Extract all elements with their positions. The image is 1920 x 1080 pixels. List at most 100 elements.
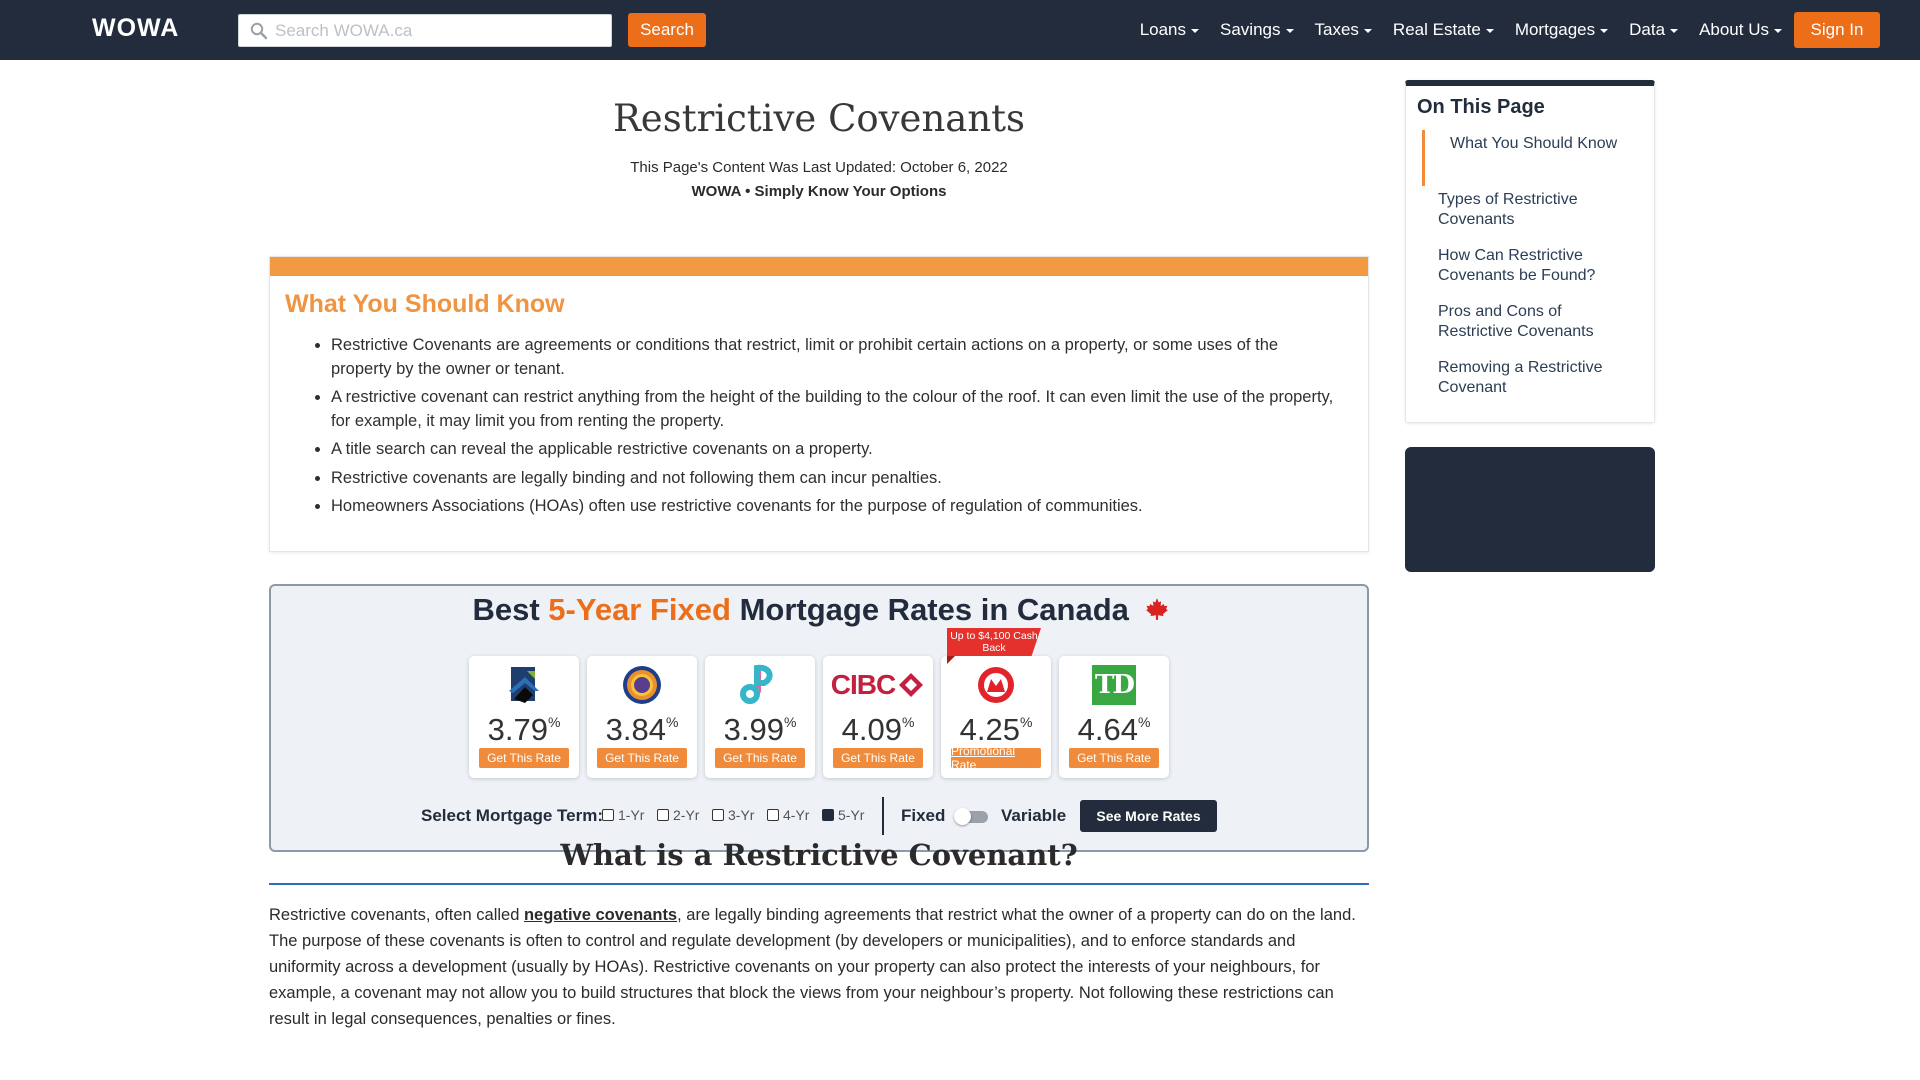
caret-down-icon bbox=[1774, 29, 1782, 33]
rate-cards: 3.79% Get This Rate 3.84% Get This Rate bbox=[469, 628, 1177, 778]
heading-rule bbox=[269, 883, 1369, 885]
search-icon bbox=[250, 22, 268, 40]
rate-number: 3.79 bbox=[487, 712, 548, 747]
nav-item-label: Taxes bbox=[1314, 20, 1359, 39]
paragraph-text: , are legally binding agreements that re… bbox=[269, 906, 1356, 1028]
rates-title: Best 5-Year Fixed Mortgage Rates in Cana… bbox=[271, 592, 1371, 628]
term-label: Select Mortgage Term: bbox=[421, 806, 604, 825]
rates-title-pre: Best bbox=[472, 592, 549, 627]
rate-number: 3.99 bbox=[723, 712, 784, 747]
toc-title: On This Page bbox=[1417, 96, 1545, 118]
search-box[interactable] bbox=[238, 14, 612, 47]
know-title: What You Should Know bbox=[285, 290, 565, 318]
nav-item-about-us[interactable]: About Us bbox=[1699, 20, 1782, 40]
maple-leaf-icon bbox=[1145, 597, 1168, 620]
rate-number: 4.09 bbox=[841, 712, 902, 747]
checkbox[interactable] bbox=[602, 809, 614, 821]
percent-sign: % bbox=[1137, 714, 1151, 730]
nav-item-label: About Us bbox=[1699, 20, 1769, 39]
rates-title-highlight: 5-Year Fixed bbox=[548, 592, 731, 627]
site-logo[interactable]: WOWA bbox=[92, 14, 179, 43]
td-logo-text: TD bbox=[1095, 670, 1135, 700]
p-logo-icon bbox=[705, 664, 815, 706]
checkbox[interactable] bbox=[767, 809, 779, 821]
rate-card[interactable]: CIBC 4.09% Get This Rate bbox=[823, 656, 933, 778]
nav-item-label: Mortgages bbox=[1514, 20, 1596, 39]
list-item: Homeowners Associations (HOAs) often use… bbox=[331, 495, 1335, 519]
get-rate-button[interactable]: Get This Rate bbox=[479, 748, 569, 768]
rate-card[interactable]: 3.79% Get This Rate bbox=[469, 656, 579, 778]
get-rate-button[interactable]: Get This Rate bbox=[1069, 748, 1159, 768]
section-heading: What is a Restrictive Covenant? bbox=[560, 838, 1078, 872]
nav-item-label: Real Estate bbox=[1392, 20, 1481, 39]
search-input[interactable] bbox=[275, 15, 605, 46]
toc-item-how-found[interactable]: How Can Restrictive Covenants be Found? bbox=[1438, 246, 1638, 286]
percent-sign: % bbox=[1019, 714, 1033, 730]
nav-item-taxes[interactable]: Taxes bbox=[1315, 20, 1372, 40]
toc-active-indicator bbox=[1422, 130, 1425, 186]
nav-item-loans[interactable]: Loans bbox=[1139, 20, 1200, 40]
checkbox[interactable] bbox=[712, 809, 724, 821]
rates-title-post: Mortgage Rates in Canada bbox=[730, 592, 1129, 627]
search-button[interactable]: Search bbox=[628, 13, 706, 47]
variable-label: Variable bbox=[1001, 806, 1067, 825]
nav-item-label: Data bbox=[1629, 20, 1666, 39]
term-option-4yr[interactable]: 4-Yr bbox=[767, 807, 809, 823]
term-selector: Select Mortgage Term: 1-Yr 2-Yr 3-Yr 4-Y… bbox=[271, 797, 1371, 835]
term-option-3yr[interactable]: 3-Yr bbox=[712, 807, 754, 823]
rate-number: 4.25 bbox=[959, 712, 1020, 747]
table-of-contents: On This Page What You Should Know Types … bbox=[1405, 80, 1655, 423]
caret-down-icon bbox=[1485, 29, 1494, 33]
what-you-should-know-box: What You Should Know Restrictive Covenan… bbox=[269, 256, 1369, 552]
percent-sign: % bbox=[783, 714, 797, 730]
see-more-rates-button[interactable]: See More Rates bbox=[1080, 800, 1217, 832]
nav-item-real-estate[interactable]: Real Estate bbox=[1393, 20, 1494, 40]
get-rate-button[interactable]: Get This Rate bbox=[597, 748, 687, 768]
term-option-label: 1-Yr bbox=[618, 807, 645, 823]
rate-card[interactable]: 3.99% Get This Rate bbox=[705, 656, 815, 778]
nav-item-label: Loans bbox=[1139, 20, 1187, 39]
caret-down-icon bbox=[1670, 29, 1679, 33]
divider bbox=[882, 797, 884, 835]
term-option-label: 4-Yr bbox=[783, 807, 810, 823]
term-option-label: 2-Yr bbox=[673, 807, 700, 823]
checkbox[interactable] bbox=[657, 809, 669, 821]
rate-value: 3.79% bbox=[469, 712, 579, 748]
toc-item-what-you-should-know[interactable]: What You Should Know bbox=[1450, 134, 1650, 154]
rate-value: 4.64% bbox=[1059, 712, 1169, 748]
list-item: Restrictive covenants are legally bindin… bbox=[331, 467, 1335, 491]
rate-value: 3.84% bbox=[587, 712, 697, 748]
fixed-variable-toggle[interactable] bbox=[954, 807, 988, 825]
toc-item-types[interactable]: Types of Restrictive Covenants bbox=[1438, 190, 1638, 230]
section-paragraph: Restrictive covenants, often called nega… bbox=[269, 902, 1369, 1032]
toc-item-pros-cons[interactable]: Pros and Cons of Restrictive Covenants bbox=[1438, 302, 1638, 342]
percent-sign: % bbox=[901, 714, 915, 730]
get-rate-button[interactable]: Get This Rate bbox=[715, 748, 805, 768]
promotional-rate-button[interactable]: Promotional Rate bbox=[951, 744, 1041, 772]
paragraph-text: Restrictive covenants, often called bbox=[269, 906, 524, 924]
box-accent-bar bbox=[270, 257, 1368, 276]
top-navbar: WOWA Search Loans Savings Taxes Real Est… bbox=[0, 0, 1920, 60]
nav-item-savings[interactable]: Savings bbox=[1220, 20, 1294, 40]
list-item: A title search can reveal the applicable… bbox=[331, 438, 1335, 462]
negative-covenants-link[interactable]: negative covenants bbox=[524, 906, 677, 924]
get-rate-button[interactable]: Get This Rate bbox=[833, 748, 923, 768]
nav-item-mortgages[interactable]: Mortgages bbox=[1514, 20, 1609, 40]
badge-fold bbox=[947, 656, 955, 664]
percent-sign: % bbox=[665, 714, 679, 730]
rate-card[interactable]: Up to $4,100 Cash Back 4.25% Promotional… bbox=[941, 628, 1051, 778]
rate-card[interactable]: TD 4.64% Get This Rate bbox=[1059, 656, 1169, 778]
toc-item-removing[interactable]: Removing a Restrictive Covenant bbox=[1438, 358, 1638, 398]
checkbox-checked[interactable] bbox=[822, 809, 834, 821]
sign-in-button[interactable]: Sign In bbox=[1794, 12, 1880, 48]
house-logo-icon bbox=[469, 664, 579, 706]
term-option-label: 3-Yr bbox=[728, 807, 755, 823]
bmo-logo-icon bbox=[941, 664, 1051, 706]
rate-card[interactable]: 3.84% Get This Rate bbox=[587, 656, 697, 778]
nav-item-label: Savings bbox=[1220, 20, 1281, 39]
list-item: A restrictive covenant can restrict anyt… bbox=[331, 386, 1335, 433]
term-option-5yr[interactable]: 5-Yr bbox=[822, 807, 864, 823]
term-option-1yr[interactable]: 1-Yr bbox=[602, 807, 644, 823]
term-option-2yr[interactable]: 2-Yr bbox=[657, 807, 699, 823]
nav-item-data[interactable]: Data bbox=[1629, 20, 1679, 40]
